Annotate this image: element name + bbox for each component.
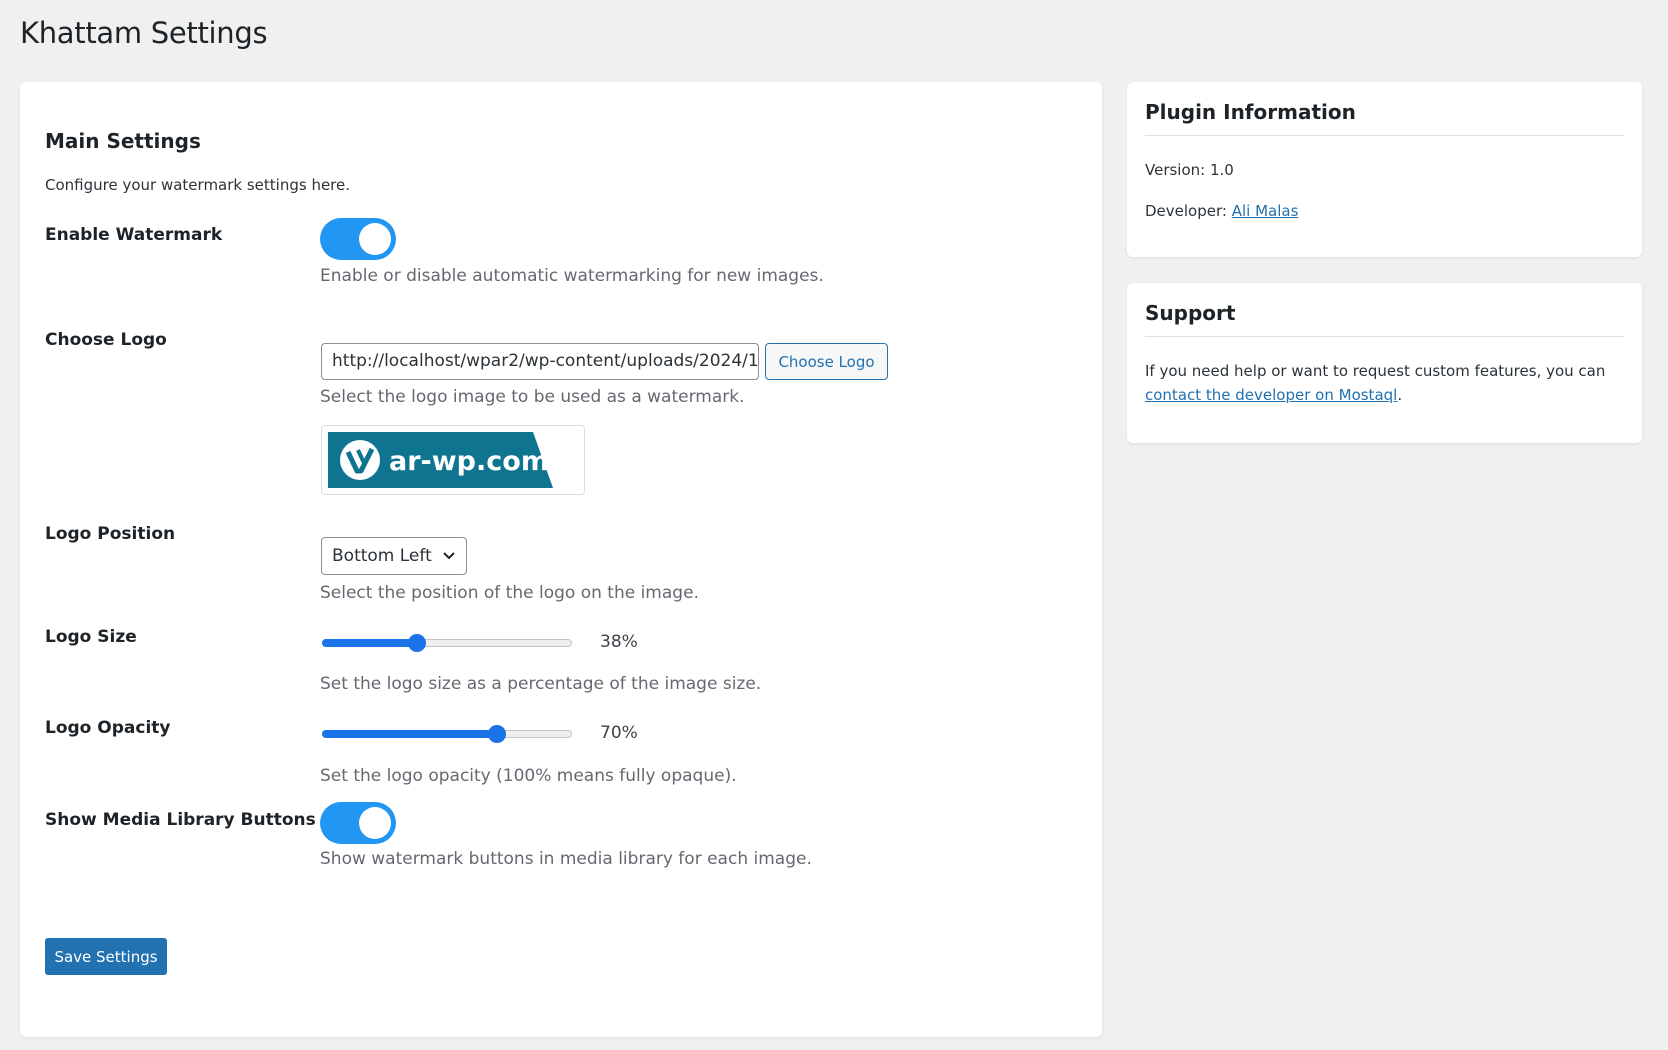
logo-size-label: Logo Size — [45, 627, 137, 647]
toggle-knob — [359, 223, 391, 255]
support-text-after: . — [1397, 386, 1403, 404]
media-buttons-description: Show watermark buttons in media library … — [320, 849, 812, 869]
enable-watermark-toggle[interactable] — [320, 218, 396, 260]
slider-fill — [322, 730, 497, 738]
page-title: Khattam Settings — [20, 16, 268, 50]
logo-position-selected: Bottom Left — [332, 546, 432, 566]
logo-opacity-slider[interactable] — [322, 724, 572, 744]
choose-logo-label: Choose Logo — [45, 330, 167, 350]
slider-fill — [322, 639, 417, 647]
support-text: If you need help or want to request cust… — [1145, 359, 1625, 407]
divider — [1145, 336, 1624, 337]
save-settings-button[interactable]: Save Settings — [45, 938, 167, 975]
logo-preview: ar-wp.com — [321, 425, 585, 495]
media-buttons-label: Show Media Library Buttons — [45, 810, 316, 830]
logo-position-select[interactable]: Bottom Left — [321, 537, 467, 575]
toggle-knob — [359, 807, 391, 839]
divider — [1145, 135, 1624, 136]
logo-opacity-label: Logo Opacity — [45, 718, 171, 738]
main-settings-card: Main Settings Configure your watermark s… — [20, 82, 1102, 1037]
developer-label: Developer: — [1145, 202, 1232, 220]
section-title: Main Settings — [45, 129, 201, 153]
plugin-developer: Developer: Ali Malas — [1145, 199, 1298, 223]
logo-size-slider[interactable] — [322, 633, 572, 653]
chevron-down-icon — [443, 552, 455, 560]
plugin-version: Version: 1.0 — [1145, 161, 1234, 179]
section-description: Configure your watermark settings here. — [45, 176, 351, 194]
contact-developer-link[interactable]: contact the developer on Mostaql — [1145, 386, 1397, 404]
logo-opacity-value: 70% — [600, 723, 638, 743]
logo-position-label: Logo Position — [45, 524, 176, 544]
developer-link[interactable]: Ali Malas — [1232, 202, 1299, 220]
logo-preview-text: ar-wp.com — [389, 446, 549, 477]
choose-logo-description: Select the logo image to be used as a wa… — [320, 387, 745, 407]
enable-watermark-description: Enable or disable automatic watermarking… — [320, 266, 824, 286]
plugin-info-card: Plugin Information Version: 1.0 Develope… — [1127, 82, 1642, 257]
media-buttons-toggle[interactable] — [320, 802, 396, 844]
logo-preview-image: ar-wp.com — [328, 432, 553, 488]
logo-size-value: 38% — [600, 632, 638, 652]
logo-url-input[interactable]: http://localhost/wpar2/wp-content/upload… — [321, 343, 759, 380]
enable-watermark-label: Enable Watermark — [45, 225, 223, 245]
support-title: Support — [1145, 301, 1236, 325]
choose-logo-button[interactable]: Choose Logo — [765, 343, 888, 380]
plugin-info-title: Plugin Information — [1145, 100, 1356, 124]
logo-position-description: Select the position of the logo on the i… — [320, 583, 699, 603]
logo-opacity-description: Set the logo opacity (100% means fully o… — [320, 766, 737, 786]
support-text-before: If you need help or want to request cust… — [1145, 362, 1606, 380]
logo-size-description: Set the logo size as a percentage of the… — [320, 674, 762, 694]
support-card: Support If you need help or want to requ… — [1127, 283, 1642, 443]
slider-thumb[interactable] — [408, 634, 426, 652]
slider-thumb[interactable] — [488, 725, 506, 743]
